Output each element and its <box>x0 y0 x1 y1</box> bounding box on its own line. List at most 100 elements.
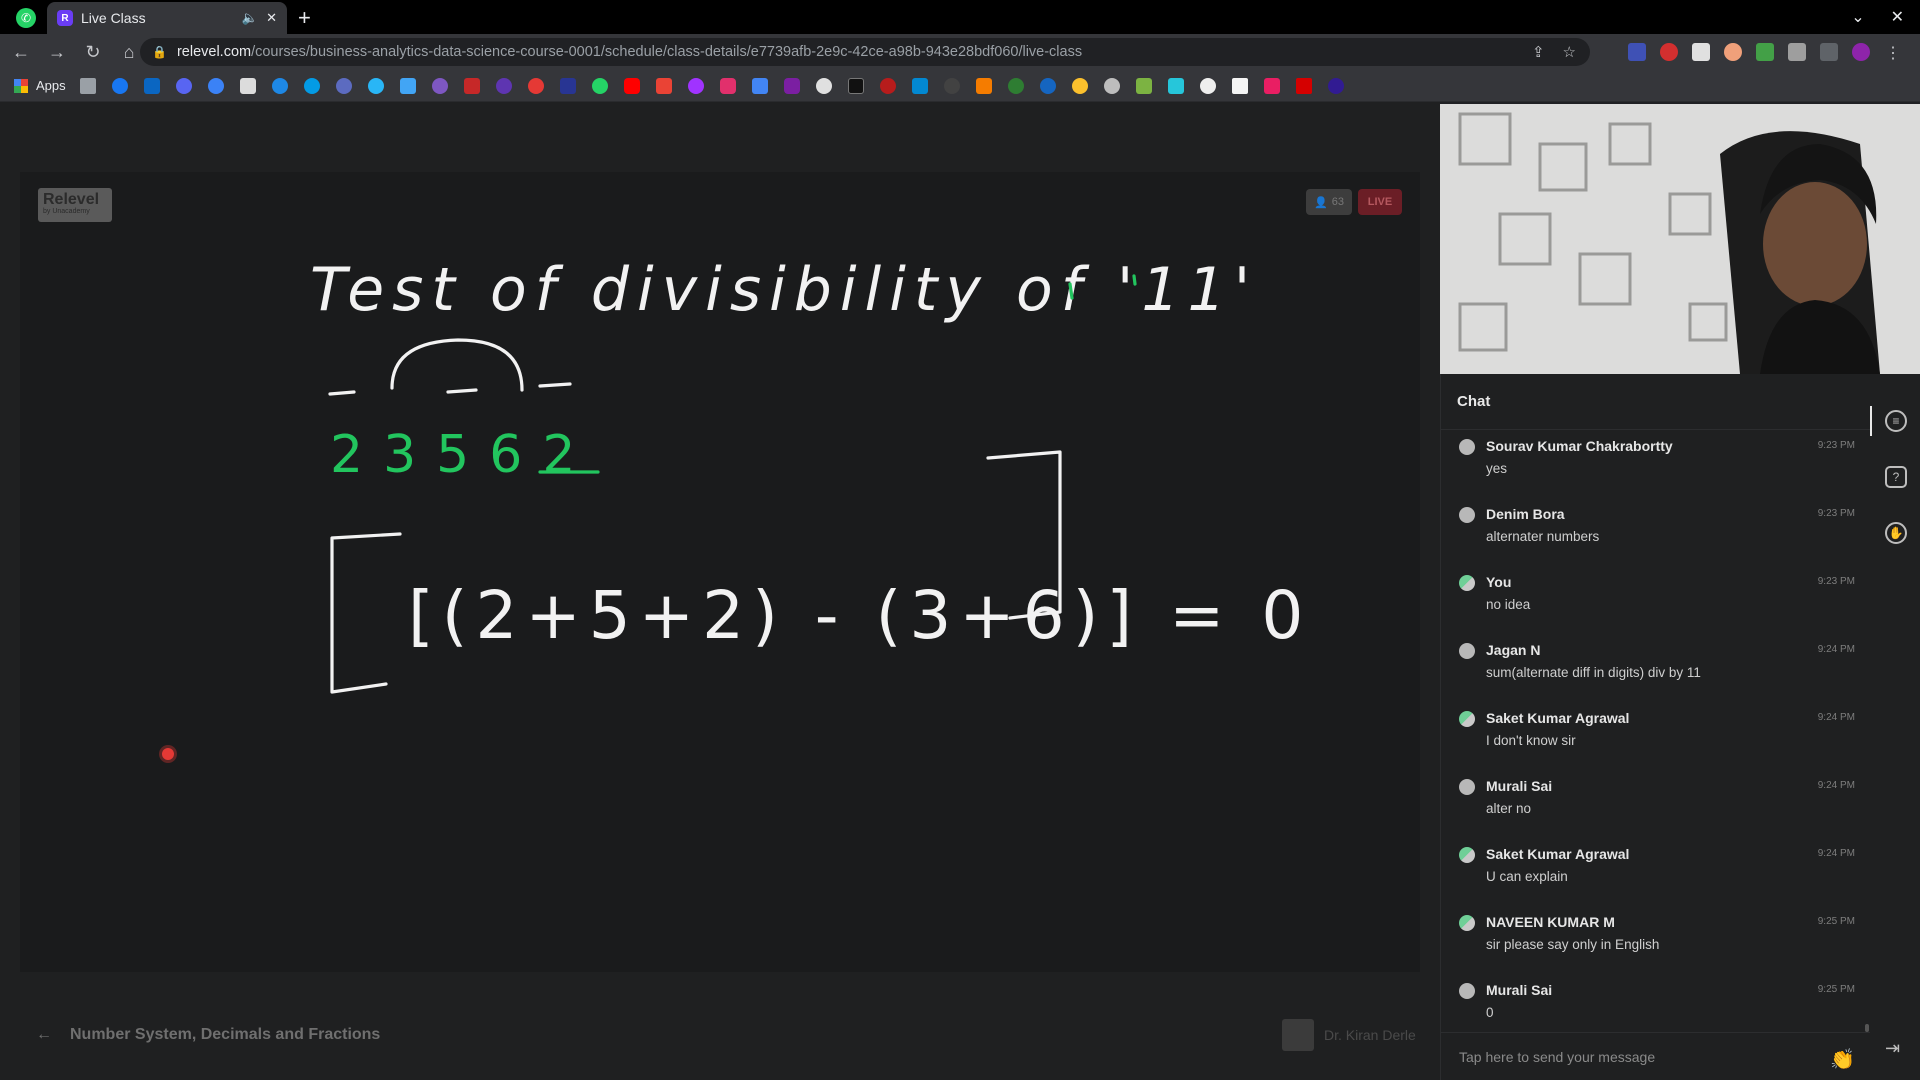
class-title[interactable]: ← Number System, Decimals and Fractions <box>36 1026 380 1044</box>
bookmark-icon[interactable] <box>1071 77 1088 94</box>
bookmark-icon[interactable] <box>527 77 544 94</box>
bookmark-icon[interactable] <box>335 77 352 94</box>
bookmark-icon[interactable] <box>271 77 288 94</box>
share-icon[interactable]: ⇪ <box>1532 43 1545 61</box>
chat-text: sir please say only in English <box>1486 937 1660 952</box>
bookmark-icon[interactable] <box>1295 77 1312 94</box>
youtube-icon[interactable] <box>623 77 640 94</box>
cloud-icon[interactable] <box>367 77 384 94</box>
gear-icon[interactable] <box>1103 77 1120 94</box>
bookmark-icon[interactable] <box>783 77 800 94</box>
chat-text: sum(alternate diff in digits) div by 11 <box>1486 665 1701 680</box>
bookmark-icon[interactable] <box>1039 77 1056 94</box>
tab-title: Live Class <box>81 10 146 26</box>
bookmark-icon[interactable] <box>847 77 864 94</box>
chat-text: 0 <box>1486 1005 1494 1020</box>
profile-avatar[interactable] <box>1852 43 1870 61</box>
relevel-favicon-icon: R <box>57 10 73 26</box>
bookmark-icon[interactable] <box>1135 77 1152 94</box>
chat-author: Murali Sai <box>1486 778 1553 794</box>
chat-tab-icon[interactable]: ≡ <box>1885 410 1907 432</box>
chat-message-input[interactable] <box>1459 1048 1799 1065</box>
bookmark-icon[interactable] <box>1007 77 1024 94</box>
url-path: /courses/business-analytics-data-science… <box>251 44 1083 60</box>
address-bar[interactable]: 🔒 relevel.com/courses/business-analytics… <box>140 38 1590 66</box>
raise-hand-icon[interactable]: ✋ <box>1885 522 1907 544</box>
chat-message: Jagan N 9:24 PM sum(alternate diff in digi… <box>1441 634 1871 702</box>
puzzle-icon[interactable] <box>1788 43 1806 61</box>
user-avatar <box>1459 915 1475 931</box>
chat-time: 9:24 PM <box>1817 644 1855 655</box>
question-tab-icon[interactable]: ? <box>1885 466 1907 488</box>
bookmark-icon[interactable] <box>207 77 224 94</box>
whatsapp-icon[interactable] <box>591 77 608 94</box>
extension-icon[interactable] <box>1756 43 1774 61</box>
bookmark-icon[interactable] <box>463 77 480 94</box>
slack-icon[interactable] <box>1263 77 1280 94</box>
linkedin-icon[interactable] <box>143 77 160 94</box>
instagram-icon[interactable] <box>719 77 736 94</box>
extension-icon[interactable] <box>1692 43 1710 61</box>
apps-shortcut[interactable]: Apps <box>14 78 66 93</box>
tab-live-class[interactable]: R Live Class 🔈 ✕ <box>47 2 287 34</box>
speaker-icon[interactable]: 🔈 <box>242 10 258 26</box>
gmail-icon[interactable] <box>655 77 672 94</box>
back-arrow-icon[interactable]: ← <box>36 1026 52 1044</box>
messenger-icon[interactable] <box>687 77 704 94</box>
chat-scrollbar[interactable] <box>1865 1024 1869 1032</box>
extension-icon[interactable] <box>1628 43 1646 61</box>
globe-icon[interactable] <box>1199 77 1216 94</box>
bookmark-icon[interactable] <box>975 77 992 94</box>
bookmark-icon[interactable] <box>175 77 192 94</box>
back-icon[interactable]: ← <box>6 42 36 63</box>
bookmark-icon[interactable] <box>239 77 256 94</box>
bookmark-icon[interactable] <box>303 77 320 94</box>
equation: [(2+5+2) - (3+6)] = 0 <box>408 577 1311 654</box>
menu-kebab-icon[interactable]: ⋮ <box>1884 43 1902 62</box>
chat-time: 9:24 PM <box>1817 712 1855 723</box>
bookmark-icon[interactable] <box>911 77 928 94</box>
tab-search-chevron-icon[interactable]: ⌄ <box>1851 7 1864 27</box>
bookmark-icon[interactable] <box>879 77 896 94</box>
chat-time: 9:23 PM <box>1817 440 1855 451</box>
bookmark-icon[interactable] <box>559 77 576 94</box>
chat-author: NAVEEN KUMAR M <box>1486 914 1615 930</box>
adblock-icon[interactable] <box>1660 43 1678 61</box>
bookmark-icon[interactable] <box>1327 77 1344 94</box>
whatsapp-tab-icon[interactable]: ✆ <box>16 8 36 28</box>
left-bracket <box>330 532 402 694</box>
side-panel-icon[interactable] <box>1820 43 1838 61</box>
close-window-icon[interactable]: ✕ <box>1891 7 1904 27</box>
chat-text: alter no <box>1486 801 1532 816</box>
chat-message: Murali Sai 9:24 PM alter no <box>1441 770 1871 838</box>
educator-info: Dr. Kiran Derle <box>1282 1019 1416 1051</box>
translate-icon[interactable] <box>751 77 768 94</box>
chat-message: Murali Sai 9:25 PM 0 <box>1441 974 1871 1030</box>
bookmark-icon[interactable] <box>431 77 448 94</box>
lock-icon[interactable]: 🔒 <box>152 45 167 59</box>
user-avatar <box>1459 983 1475 999</box>
forward-icon[interactable]: → <box>42 42 72 63</box>
extension-icon[interactable] <box>1724 43 1742 61</box>
exit-icon[interactable]: ⇥ <box>1885 1038 1900 1059</box>
chat-author: Saket Kumar Agrawal <box>1486 710 1630 726</box>
chat-message-list[interactable]: Sourav Kumar Chakrabortty 9:23 PM yes Deni… <box>1441 430 1871 1030</box>
browser-tab-bar: ✆ R Live Class 🔈 ✕ + ⌄ ✕ <box>0 0 1920 34</box>
reload-icon[interactable]: ↻ <box>78 42 108 63</box>
folder-icon[interactable] <box>79 77 96 94</box>
globe-icon[interactable] <box>815 77 832 94</box>
bookmark-icon[interactable] <box>1167 77 1184 94</box>
github-icon[interactable] <box>943 77 960 94</box>
facebook-icon[interactable] <box>111 77 128 94</box>
bookmark-icon[interactable] <box>1231 77 1248 94</box>
chat-author: Saket Kumar Agrawal <box>1486 846 1630 862</box>
bookmark-icon[interactable] <box>495 77 512 94</box>
clap-icon[interactable]: 👏 <box>1830 1047 1855 1072</box>
user-avatar <box>1459 779 1475 795</box>
close-tab-icon[interactable]: ✕ <box>266 10 277 26</box>
new-tab-button[interactable]: + <box>298 5 311 31</box>
bookmark-star-icon[interactable]: ☆ <box>1563 43 1576 61</box>
bookmark-icon[interactable] <box>399 77 416 94</box>
chat-author: Sourav Kumar Chakrabortty <box>1486 438 1673 454</box>
chat-time: 9:25 PM <box>1817 916 1855 927</box>
